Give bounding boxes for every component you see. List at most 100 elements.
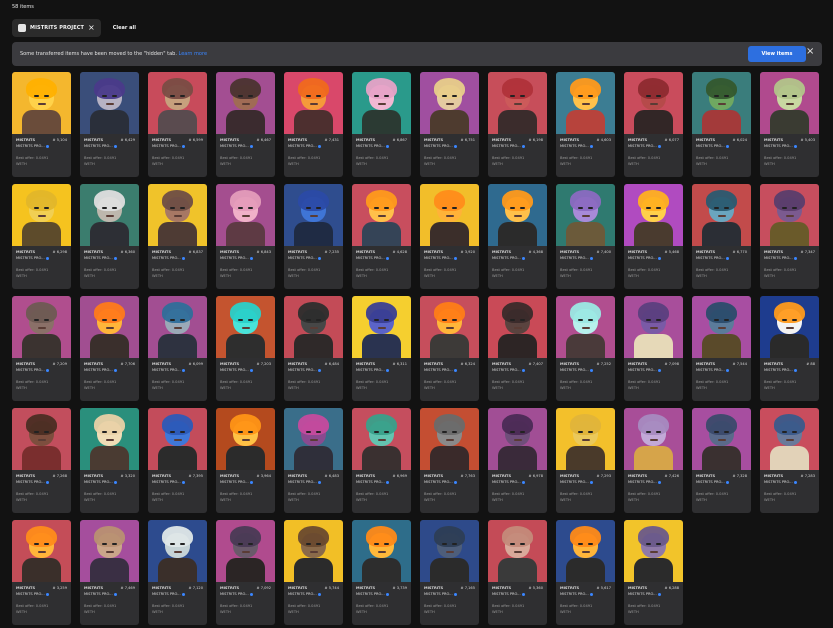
learn-more-link[interactable]: Learn more xyxy=(179,51,208,57)
collection-filter-chip[interactable]: MISTRITS PROJECT × xyxy=(12,19,101,37)
nft-card[interactable]: MISTRITS # 7,203 MISTRITS PRO... Best of… xyxy=(216,296,275,401)
nft-image[interactable] xyxy=(148,408,207,470)
nft-card[interactable]: MISTRITS # 3,320 MISTRITS PRO... Best of… xyxy=(80,408,139,513)
nft-image[interactable] xyxy=(760,184,819,246)
nft-card[interactable]: MISTRITS # 6,843 MISTRITS PRO... Best of… xyxy=(216,184,275,289)
nft-image[interactable] xyxy=(284,520,343,582)
clear-all-button[interactable]: Clear all xyxy=(113,25,136,31)
nft-image[interactable] xyxy=(488,72,547,134)
nft-image[interactable] xyxy=(624,72,683,134)
nft-image[interactable] xyxy=(12,72,71,134)
nft-image[interactable] xyxy=(352,296,411,358)
nft-card[interactable]: MISTRITS # 6,360 MISTRITS PRO... Best of… xyxy=(80,184,139,289)
nft-image[interactable] xyxy=(12,408,71,470)
nft-image[interactable] xyxy=(760,72,819,134)
nft-image[interactable] xyxy=(488,184,547,246)
nft-card[interactable]: MISTRITS # 7,426 MISTRITS PRO... Best of… xyxy=(624,408,683,513)
nft-image[interactable] xyxy=(216,296,275,358)
nft-card[interactable]: MISTRITS # 7,328 MISTRITS PRO... Best of… xyxy=(692,408,751,513)
nft-image[interactable] xyxy=(488,296,547,358)
nft-image[interactable] xyxy=(352,520,411,582)
nft-card[interactable]: MISTRITS # 6,751 MISTRITS PRO... Best of… xyxy=(420,72,479,177)
nft-image[interactable] xyxy=(216,520,275,582)
nft-card[interactable]: MISTRITS # 6,311 MISTRITS PRO... Best of… xyxy=(352,296,411,401)
nft-card[interactable]: MISTRITS # 7,347 MISTRITS PRO... Best of… xyxy=(760,184,819,289)
nft-image[interactable] xyxy=(624,520,683,582)
nft-card[interactable]: MISTRITS # 7,098 MISTRITS PRO... Best of… xyxy=(624,296,683,401)
nft-image[interactable] xyxy=(692,184,751,246)
nft-image[interactable] xyxy=(420,72,479,134)
nft-image[interactable] xyxy=(624,408,683,470)
nft-card[interactable]: MISTRITS # 7,283 MISTRITS PRO... Best of… xyxy=(760,408,819,513)
nft-image[interactable] xyxy=(148,296,207,358)
nft-card[interactable]: MISTRITS # 88 MISTRITS PRO... Best offer… xyxy=(760,296,819,401)
nft-image[interactable] xyxy=(692,72,751,134)
nft-image[interactable] xyxy=(556,408,615,470)
nft-image[interactable] xyxy=(148,184,207,246)
nft-image[interactable] xyxy=(148,72,207,134)
nft-image[interactable] xyxy=(352,72,411,134)
nft-image[interactable] xyxy=(488,520,547,582)
nft-card[interactable]: MISTRITS # 6,429 MISTRITS PRO... Best of… xyxy=(80,72,139,177)
nft-card[interactable]: MISTRITS # 4,628 MISTRITS PRO... Best of… xyxy=(352,184,411,289)
nft-card[interactable]: MISTRITS # 7,293 MISTRITS PRO... Best of… xyxy=(556,408,615,513)
nft-card[interactable]: MISTRITS # 7,165 MISTRITS PRO... Best of… xyxy=(420,520,479,625)
nft-card[interactable]: MISTRITS # 5,403 MISTRITS PRO... Best of… xyxy=(760,72,819,177)
nft-image[interactable] xyxy=(692,408,751,470)
nft-card[interactable]: MISTRITS # 7,400 MISTRITS PRO... Best of… xyxy=(556,184,615,289)
nft-image[interactable] xyxy=(420,520,479,582)
nft-card[interactable]: MISTRITS # 3,259 MISTRITS PRO... Best of… xyxy=(12,520,71,625)
nft-card[interactable]: MISTRITS # 6,099 MISTRITS PRO... Best of… xyxy=(148,296,207,401)
nft-card[interactable]: MISTRITS # 6,599 MISTRITS PRO... Best of… xyxy=(148,72,207,177)
nft-card[interactable]: MISTRITS # 6,024 MISTRITS PRO... Best of… xyxy=(692,72,751,177)
nft-card[interactable]: MISTRITS # 7,469 MISTRITS PRO... Best of… xyxy=(80,520,139,625)
nft-card[interactable]: MISTRITS # 7,120 MISTRITS PRO... Best of… xyxy=(148,520,207,625)
nft-image[interactable] xyxy=(760,296,819,358)
nft-card[interactable]: MISTRITS # 7,407 MISTRITS PRO... Best of… xyxy=(488,296,547,401)
nft-image[interactable] xyxy=(352,184,411,246)
nft-card[interactable]: MISTRITS # 5,104 MISTRITS PRO... Best of… xyxy=(12,72,71,177)
nft-card[interactable]: MISTRITS # 6,837 MISTRITS PRO... Best of… xyxy=(148,184,207,289)
nft-card[interactable]: MISTRITS # 6,483 MISTRITS PRO... Best of… xyxy=(284,408,343,513)
nft-card[interactable]: MISTRITS # 3,964 MISTRITS PRO... Best of… xyxy=(216,408,275,513)
nft-image[interactable] xyxy=(624,184,683,246)
nft-image[interactable] xyxy=(148,520,207,582)
nft-image[interactable] xyxy=(556,184,615,246)
nft-card[interactable]: MISTRITS # 6,770 MISTRITS PRO... Best of… xyxy=(692,184,751,289)
nft-image[interactable] xyxy=(12,184,71,246)
nft-card[interactable]: MISTRITS # 6,969 MISTRITS PRO... Best of… xyxy=(352,408,411,513)
nft-image[interactable] xyxy=(80,408,139,470)
nft-image[interactable] xyxy=(12,296,71,358)
nft-image[interactable] xyxy=(692,296,751,358)
nft-image[interactable] xyxy=(80,296,139,358)
nft-image[interactable] xyxy=(488,408,547,470)
nft-image[interactable] xyxy=(352,408,411,470)
nft-card[interactable]: MISTRITS # 5,617 MISTRITS PRO... Best of… xyxy=(556,520,615,625)
nft-card[interactable]: MISTRITS # 7,763 MISTRITS PRO... Best of… xyxy=(420,408,479,513)
nft-card[interactable]: MISTRITS # 7,544 MISTRITS PRO... Best of… xyxy=(692,296,751,401)
nft-card[interactable]: MISTRITS # 5,744 MISTRITS PRO... Best of… xyxy=(284,520,343,625)
nft-image[interactable] xyxy=(80,520,139,582)
nft-image[interactable] xyxy=(420,408,479,470)
nft-card[interactable]: MISTRITS # 6,198 MISTRITS PRO... Best of… xyxy=(488,72,547,177)
nft-image[interactable] xyxy=(420,184,479,246)
nft-image[interactable] xyxy=(556,520,615,582)
view-items-button[interactable]: View items xyxy=(748,46,806,62)
nft-image[interactable] xyxy=(284,296,343,358)
nft-card[interactable]: MISTRITS # 6,467 MISTRITS PRO... Best of… xyxy=(216,72,275,177)
nft-image[interactable] xyxy=(556,72,615,134)
nft-card[interactable]: MISTRITS # 7,092 MISTRITS PRO... Best of… xyxy=(216,520,275,625)
nft-image[interactable] xyxy=(216,184,275,246)
nft-image[interactable] xyxy=(420,296,479,358)
nft-image[interactable] xyxy=(284,184,343,246)
nft-card[interactable]: MISTRITS # 6,077 MISTRITS PRO... Best of… xyxy=(624,72,683,177)
nft-card[interactable]: MISTRITS # 6,484 MISTRITS PRO... Best of… xyxy=(284,296,343,401)
nft-card[interactable]: MISTRITS # 7,706 MISTRITS PRO... Best of… xyxy=(80,296,139,401)
nft-card[interactable]: MISTRITS # 4,368 MISTRITS PRO... Best of… xyxy=(488,184,547,289)
nft-card[interactable]: MISTRITS # 7,431 MISTRITS PRO... Best of… xyxy=(284,72,343,177)
nft-card[interactable]: MISTRITS # 3,920 MISTRITS PRO... Best of… xyxy=(420,184,479,289)
nft-card[interactable]: MISTRITS # 7,209 MISTRITS PRO... Best of… xyxy=(12,296,71,401)
nft-card[interactable]: MISTRITS # 7,268 MISTRITS PRO... Best of… xyxy=(12,408,71,513)
nft-image[interactable] xyxy=(624,296,683,358)
close-icon[interactable]: × xyxy=(806,47,814,57)
